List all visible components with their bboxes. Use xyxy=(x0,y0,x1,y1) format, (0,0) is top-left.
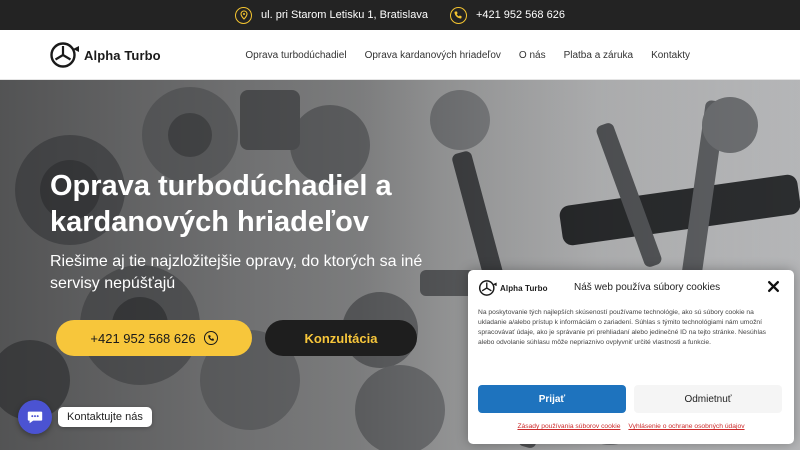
logo-text: Alpha Turbo xyxy=(84,47,161,63)
call-button-label: +421 952 568 626 xyxy=(90,330,196,346)
phone-icon xyxy=(203,331,218,345)
nav-turbo-repair[interactable]: Oprava turbodúchadiel xyxy=(245,50,346,61)
chat-bubble-icon xyxy=(27,411,43,424)
nav-driveshaft-repair[interactable]: Oprava kardanových hriadeľov xyxy=(365,50,501,61)
chat-widget-button[interactable] xyxy=(18,400,52,434)
top-contact-bar: ul. pri Starom Letisku 1, Bratislava +42… xyxy=(0,0,800,30)
site-header: Alpha Turbo Oprava turbodúchadiel Oprava… xyxy=(0,30,800,80)
chat-widget-label[interactable]: Kontaktujte nás xyxy=(58,407,152,427)
close-icon[interactable] xyxy=(767,280,780,293)
main-nav: Oprava turbodúchadiel Oprava kardanových… xyxy=(245,30,690,80)
cookie-logo-text: Alpha Turbo xyxy=(500,283,548,293)
hero-subtitle: Riešime aj tie najzložitejšie opravy, do… xyxy=(50,253,423,292)
cookie-description: Na poskytovanie tých najlepších skúsenos… xyxy=(478,309,767,346)
turbo-logo-icon xyxy=(50,42,79,68)
cookie-policy-links: Zásady používania súborov cookie Vyhláse… xyxy=(468,423,794,430)
address-text: ul. pri Starom Letisku 1, Bratislava xyxy=(261,9,428,21)
consultation-button[interactable]: Konzultácia xyxy=(265,320,417,356)
phone-info[interactable]: +421 952 568 626 xyxy=(449,6,565,24)
phone-icon xyxy=(449,6,467,24)
hero-title: Oprava turbodúchadiel a kardanových hria… xyxy=(50,170,392,238)
cookie-title: Náš web používa súbory cookies xyxy=(574,282,721,293)
cookie-policy-link[interactable]: Zásady používania súborov cookie xyxy=(517,423,620,430)
nav-payment-warranty[interactable]: Platba a záruka xyxy=(564,50,634,61)
accept-cookies-button[interactable]: Prijať xyxy=(478,385,626,413)
turbo-logo-icon xyxy=(478,280,497,296)
cookie-logo: Alpha Turbo xyxy=(478,280,548,296)
deny-cookies-button[interactable]: Odmietnuť xyxy=(634,385,782,413)
nav-about[interactable]: O nás xyxy=(519,50,546,61)
location-icon xyxy=(235,6,253,24)
privacy-policy-link[interactable]: Vyhlásenie o ochrane osobných údajov xyxy=(628,423,744,430)
nav-contacts[interactable]: Kontakty xyxy=(651,50,690,61)
cookie-consent-dialog: Alpha Turbo Náš web používa súbory cooki… xyxy=(468,270,794,444)
call-button[interactable]: +421 952 568 626 xyxy=(56,320,252,356)
site-logo[interactable]: Alpha Turbo xyxy=(50,42,161,68)
phone-text: +421 952 568 626 xyxy=(475,9,565,21)
address-info[interactable]: ul. pri Starom Letisku 1, Bratislava xyxy=(235,6,428,24)
